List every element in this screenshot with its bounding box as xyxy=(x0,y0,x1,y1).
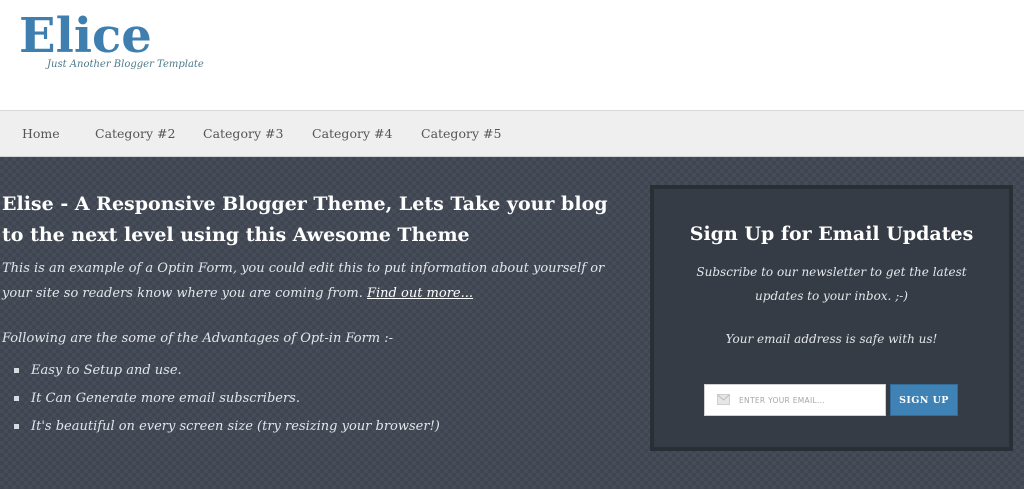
list-item: It Can Generate more email subscribers. xyxy=(14,389,440,417)
signup-description: Subscribe to our newsletter to get the l… xyxy=(696,265,967,303)
optin-hero: Elise - A Responsive Blogger Theme, Lets… xyxy=(0,157,1024,489)
hero-title: Elise - A Responsive Blogger Theme, Lets… xyxy=(2,193,608,246)
email-field-wrapper[interactable] xyxy=(704,384,886,416)
main-nav: Home Category #2 Category #3 Category #4… xyxy=(0,110,1024,157)
find-out-more-link[interactable]: Find out more... xyxy=(367,286,473,301)
advantages-heading: Following are the some of the Advantages… xyxy=(2,331,394,346)
list-item: Easy to Setup and use. xyxy=(14,361,440,389)
list-item: It's beautiful on every screen size (try… xyxy=(14,417,440,445)
logo-subtitle: Just Another Blogger Template xyxy=(47,59,204,70)
email-signup-box: Sign Up for Email Updates Subscribe to o… xyxy=(650,185,1013,451)
nav-item-category-2[interactable]: Category #2 xyxy=(95,111,175,157)
nav-item-category-4[interactable]: Category #4 xyxy=(312,111,392,157)
nav-item-category-5[interactable]: Category #5 xyxy=(421,111,501,157)
advantages-list: Easy to Setup and use. It Can Generate m… xyxy=(14,361,440,445)
signup-safe-note: Your email address is safe with us! xyxy=(725,332,938,346)
email-input[interactable] xyxy=(739,385,884,415)
bullet-icon xyxy=(14,396,19,401)
nav-item-category-3[interactable]: Category #3 xyxy=(203,111,283,157)
bullet-icon xyxy=(14,368,19,373)
bullet-icon xyxy=(14,424,19,429)
advantage-text: It Can Generate more email subscribers. xyxy=(31,391,300,406)
advantage-text: It's beautiful on every screen size (try… xyxy=(31,419,440,434)
envelope-icon xyxy=(717,394,730,405)
logo-title[interactable]: Elice xyxy=(19,6,152,66)
signup-title: Sign Up for Email Updates xyxy=(689,223,974,245)
nav-item-home[interactable]: Home xyxy=(22,111,60,157)
hero-description: This is an example of a Optin Form, you … xyxy=(2,256,612,306)
site-header: Elice Just Another Blogger Template xyxy=(0,0,1024,110)
advantage-text: Easy to Setup and use. xyxy=(31,363,182,378)
hero-description-text: This is an example of a Optin Form, you … xyxy=(2,261,605,301)
sign-up-button[interactable]: SIGN UP xyxy=(890,384,958,416)
